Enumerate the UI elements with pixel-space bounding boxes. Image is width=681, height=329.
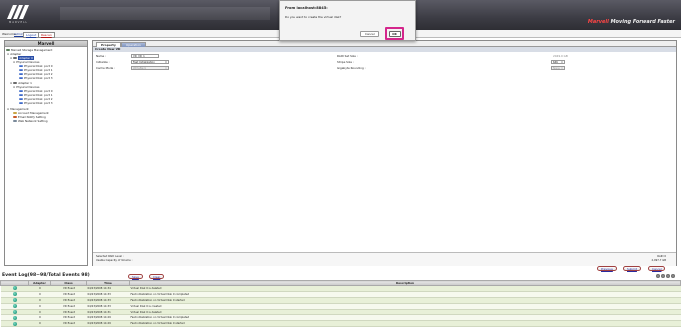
class-cell: VD Event [50, 320, 87, 328]
event-log: Event Log(98~98/Total Events 98) Save Cl… [0, 273, 681, 329]
log-navigation [656, 274, 675, 278]
disk-icon [19, 89, 23, 93]
email-icon [13, 115, 17, 119]
banner-strip [60, 7, 270, 20]
collapse-icon[interactable]: ⊟ [7, 53, 9, 56]
logout-link[interactable]: Logout [23, 31, 40, 38]
content-panel: Property Operation Create New VD Name : … [92, 40, 677, 266]
tree-item-disk[interactable]: Physical Disk: port 3 [19, 76, 53, 80]
disk-icon [19, 97, 23, 101]
last-page-icon[interactable] [671, 274, 675, 278]
raid-size-value: 2049.0 GB [553, 54, 568, 58]
network-icon [13, 119, 17, 123]
dialog-ok-highlight: OK [385, 27, 404, 40]
tree-item-disk[interactable]: Physical Disk: port 3 [19, 101, 53, 105]
stripe-size-label: Stripe Size : [337, 60, 354, 64]
collapse-icon[interactable]: ⊟ [13, 61, 15, 64]
disk-icon [19, 64, 23, 68]
initialize-label: Initialize : [96, 60, 110, 64]
logo-text: MARVELL [9, 21, 28, 24]
cancel-button[interactable]: Cancel [648, 266, 666, 271]
gigabyte-rounding-select[interactable]: None ⇕ [551, 65, 565, 70]
collapse-icon[interactable]: ⊟ [10, 57, 12, 60]
chevron-down-icon: ⇕ [560, 66, 563, 70]
chevron-down-icon: ⇕ [560, 60, 563, 64]
info-icon [13, 321, 17, 326]
cache-mode-value: WriteBack [133, 66, 147, 70]
stripe-size-select[interactable]: 64K ⇕ [551, 59, 565, 64]
storage-icon [6, 48, 10, 52]
slogan-text: Moving Forward Faster [610, 19, 675, 25]
info-icon [13, 286, 17, 291]
disk-icon [19, 76, 23, 80]
disk-icon [19, 72, 23, 76]
adapter-cell: 0 [28, 320, 51, 328]
summary-bar: Selected RAID Level : Usable Capacity of… [93, 252, 676, 266]
cache-mode-label: Cache Mode : [96, 66, 116, 70]
cache-mode-select[interactable]: WriteBack ⇕ [131, 65, 169, 70]
initialize-select[interactable]: Fast Initialization ⇕ [131, 59, 169, 64]
gigabyte-rounding-label: Gigabyte Rounding : [337, 66, 366, 70]
info-icon [13, 304, 17, 309]
disk-icon [19, 101, 23, 105]
tree-item-web-network[interactable]: Web Network Setting [13, 119, 48, 123]
rescan-link[interactable]: Rescan [38, 31, 55, 38]
chevron-down-icon: ⇕ [164, 66, 167, 70]
chevron-down-icon: ⇕ [164, 60, 167, 64]
event-table: Adapter Class Time Description 0 VD Even… [0, 280, 681, 328]
first-page-icon[interactable] [656, 274, 660, 278]
dialog-message: Do you want to create the virtual disk? [285, 15, 342, 19]
disk-icon [19, 68, 23, 72]
name-input[interactable]: VD_VD_1 [131, 53, 159, 58]
usable-capacity-label: Usable Capacity of Volume : [96, 259, 133, 262]
marvell-logo-icon [7, 5, 29, 19]
tree-panel: Marvell Marvell Storage Management ⊟ Ada… [4, 40, 88, 266]
save-log-button[interactable]: Save [128, 274, 143, 279]
dialog-ok-button[interactable]: OK [388, 31, 401, 37]
name-label: Name : [96, 54, 107, 58]
collapse-icon[interactable]: ⊟ [7, 108, 9, 111]
confirm-dialog: From localhost:8845: Do you want to crea… [279, 0, 416, 41]
tree-item-label: Web Network Setting [18, 119, 48, 123]
submit-button[interactable]: Submit [623, 266, 641, 271]
gigabyte-rounding-value: None [553, 66, 560, 70]
tree-item-label: Physical Disk: port 3 [24, 101, 53, 105]
stripe-size-value: 64K [553, 60, 559, 64]
next-page-icon[interactable] [666, 274, 670, 278]
previous-button[interactable]: Previous [597, 266, 617, 271]
info-icon [13, 315, 17, 320]
action-bar: Previous Submit Cancel [0, 266, 681, 273]
collapse-icon[interactable]: ⊟ [13, 86, 15, 89]
info-icon [13, 292, 17, 297]
previous-page-icon[interactable] [661, 274, 665, 278]
description-cell: Fast initialization on Virtual Disk 0 st… [129, 320, 681, 328]
usable-capacity-value: 2,097.7 GB [651, 259, 666, 262]
slogan-brand: Marvell [587, 19, 609, 25]
dialog-title: From localhost:8845: [285, 6, 328, 10]
info-icon [13, 298, 17, 303]
raid-size-label: RAID Set Size : [337, 54, 358, 58]
section-title: Create New VD [93, 47, 676, 52]
raid-level-value: RAID 0 [657, 255, 666, 258]
raid-level-label: Selected RAID Level : [96, 255, 124, 258]
time-cell: 04/23/2008 14:29 [86, 320, 130, 328]
table-row[interactable]: 0 VD Event 04/23/2008 14:29 Fast initial… [0, 320, 681, 328]
adapter-icon [13, 81, 18, 85]
adapter-icon [13, 56, 18, 60]
dialog-cancel-button[interactable]: Cancel [360, 31, 380, 37]
collapse-icon[interactable]: ⊟ [10, 82, 12, 85]
initialize-value: Fast Initialization [133, 60, 155, 64]
info-icon [13, 310, 17, 314]
clear-log-button[interactable]: Clear [149, 274, 165, 279]
disk-icon [19, 93, 23, 97]
event-log-title: Event Log(98~98/Total Events 98) [2, 273, 90, 278]
account-icon [13, 111, 17, 115]
slogan: Marvell Moving Forward Faster [588, 19, 675, 25]
tree-item-label: Physical Disk: port 3 [24, 76, 53, 80]
tree-panel-title: Marvell [5, 41, 87, 47]
